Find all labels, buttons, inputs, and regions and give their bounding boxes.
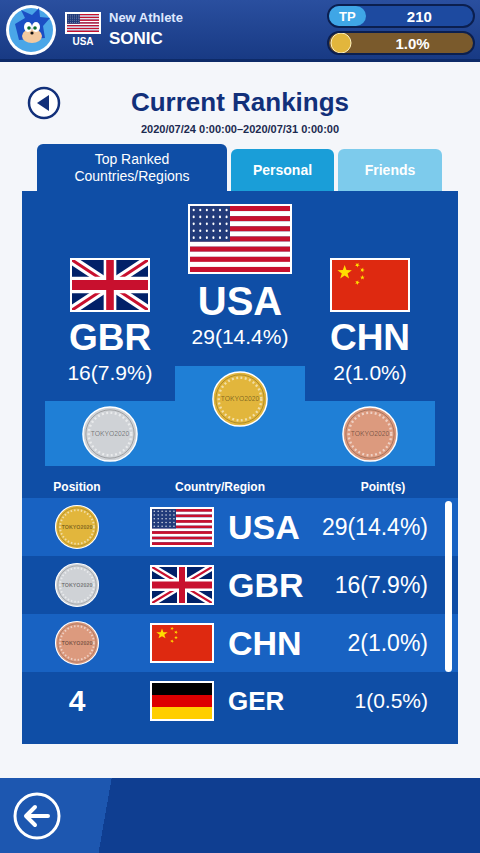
medal-icon: TOKYO2020 (54, 620, 100, 666)
ranking-row[interactable]: TOKYO2020 CHN2(1.0%) (22, 614, 458, 672)
back-arrow-icon (12, 791, 62, 841)
player-info: New Athlete SONIC (109, 10, 319, 49)
position-number: 4 (69, 684, 86, 718)
flag-icon (150, 565, 214, 605)
tab-bar: Top Ranked Countries/RegionsPersonalFrie… (0, 144, 480, 191)
medal-icon: TOKYO2020 (81, 405, 139, 463)
column-header: Position (22, 480, 132, 494)
position-cell: TOKYO2020 (22, 562, 132, 608)
ranking-list[interactable]: TOKYO2020 USA29(14.4%) TOKYO2020 GBR16(7.9%… (22, 498, 458, 742)
podium-place: USA29(14.4%) TOKYO2020 (175, 204, 305, 466)
column-header: Country/Region (132, 480, 308, 494)
flag-icon (188, 204, 292, 274)
flag-icon (150, 623, 214, 663)
flag-cell (150, 681, 214, 721)
column-header: Point(s) (308, 480, 458, 494)
flag-cell (150, 623, 214, 663)
podium-block: TOKYO2020 (45, 401, 175, 466)
flag-cell (150, 507, 214, 547)
flag-icon (150, 681, 214, 721)
flag-icon (65, 12, 101, 34)
podium-block: TOKYO2020 (305, 401, 435, 466)
player-name: SONIC (109, 29, 319, 49)
podium: GBR16(7.9%) TOKYO2020 USA29(14.4%) TOKYO202… (45, 204, 435, 466)
row-points: 2(1.0%) (347, 630, 458, 657)
flag-icon (150, 507, 214, 547)
tab[interactable]: Friends (338, 149, 442, 191)
page-title: Current Rankings (131, 84, 349, 120)
flag-icon (330, 258, 410, 312)
sonic-avatar-icon[interactable] (5, 4, 57, 56)
bottom-bar (0, 778, 480, 853)
podium-points: 16(7.9%) (67, 359, 152, 387)
back-triangle-icon (27, 86, 61, 120)
medal-icon: TOKYO2020 (211, 370, 269, 428)
podium-block: TOKYO2020 (175, 366, 305, 466)
row-points: 1(0.5%) (354, 689, 458, 713)
svg-text:TOKYO2020: TOKYO2020 (62, 524, 93, 530)
tab[interactable]: Top Ranked Countries/Regions (37, 144, 227, 191)
rankings-screen: USA New Athlete SONIC TP210 1.0% Current Rank… (0, 0, 480, 853)
svg-text:TOKYO2020: TOKYO2020 (351, 430, 390, 437)
table-header: PositionCountry/RegionPoint(s) (22, 466, 458, 498)
country-code: GER (228, 686, 354, 717)
podium-place: CHN2(1.0%) TOKYO2020 (305, 258, 435, 466)
medal-icon: TOKYO2020 (341, 405, 399, 463)
bottom-back-button[interactable] (12, 791, 62, 841)
row-points: 29(14.4%) (322, 514, 458, 541)
country-code: CHN (228, 624, 347, 663)
player-country-code: USA (72, 36, 93, 47)
podium-place: GBR16(7.9%) TOKYO2020 (45, 258, 175, 466)
podium-country: CHN (330, 317, 410, 359)
rankings-panel: GBR16(7.9%)TOKYO2020USA29(14.4%)TOKYO202… (22, 191, 458, 744)
scroll-thumb[interactable] (445, 501, 452, 672)
medal-share-value: 1.0% (352, 35, 473, 52)
podium-country: USA (198, 279, 282, 323)
flag-icon (70, 258, 150, 312)
player-country: USA (65, 12, 101, 47)
position-cell: TOKYO2020 (22, 620, 132, 666)
back-button[interactable] (27, 86, 61, 120)
flag-cell (150, 565, 214, 605)
tp-label: TP (329, 6, 366, 26)
tp-pill: TP210 (327, 4, 475, 28)
medal-icon: TOKYO2020 (54, 562, 100, 608)
ranking-row[interactable]: TOKYO2020 USA29(14.4%) (22, 498, 458, 556)
svg-text:TOKYO2020: TOKYO2020 (62, 582, 93, 588)
svg-text:TOKYO2020: TOKYO2020 (91, 430, 130, 437)
row-points: 16(7.9%) (335, 572, 458, 599)
tp-value: 210 (366, 8, 473, 25)
tab[interactable]: Personal (231, 149, 334, 191)
player-stats: TP210 1.0% (327, 4, 475, 55)
podium-points: 29(14.4%) (192, 323, 289, 351)
svg-text:TOKYO2020: TOKYO2020 (62, 640, 93, 646)
ranking-row[interactable]: 4 GER1(0.5%) (22, 672, 458, 730)
top-bar: USA New Athlete SONIC TP210 1.0% (0, 0, 480, 62)
gold-medal-icon (330, 32, 352, 54)
position-cell: TOKYO2020 (22, 504, 132, 550)
country-code: GBR (228, 566, 335, 605)
position-cell: 4 (22, 684, 132, 718)
podium-points: 2(1.0%) (333, 359, 407, 387)
medal-share-pill: 1.0% (327, 31, 475, 55)
medal-icon: TOKYO2020 (54, 504, 100, 550)
country-code: USA (228, 508, 322, 547)
player-title: New Athlete (109, 10, 319, 25)
ranking-period: 2020/07/24 0:00:00–2020/07/31 0:00:00 (141, 120, 339, 138)
svg-text:TOKYO2020: TOKYO2020 (221, 395, 260, 402)
ranking-row[interactable]: TOKYO2020 GBR16(7.9%) (22, 556, 458, 614)
podium-country: GBR (69, 317, 151, 359)
title-area: Current Rankings2020/07/24 0:00:00–2020/… (0, 62, 480, 144)
